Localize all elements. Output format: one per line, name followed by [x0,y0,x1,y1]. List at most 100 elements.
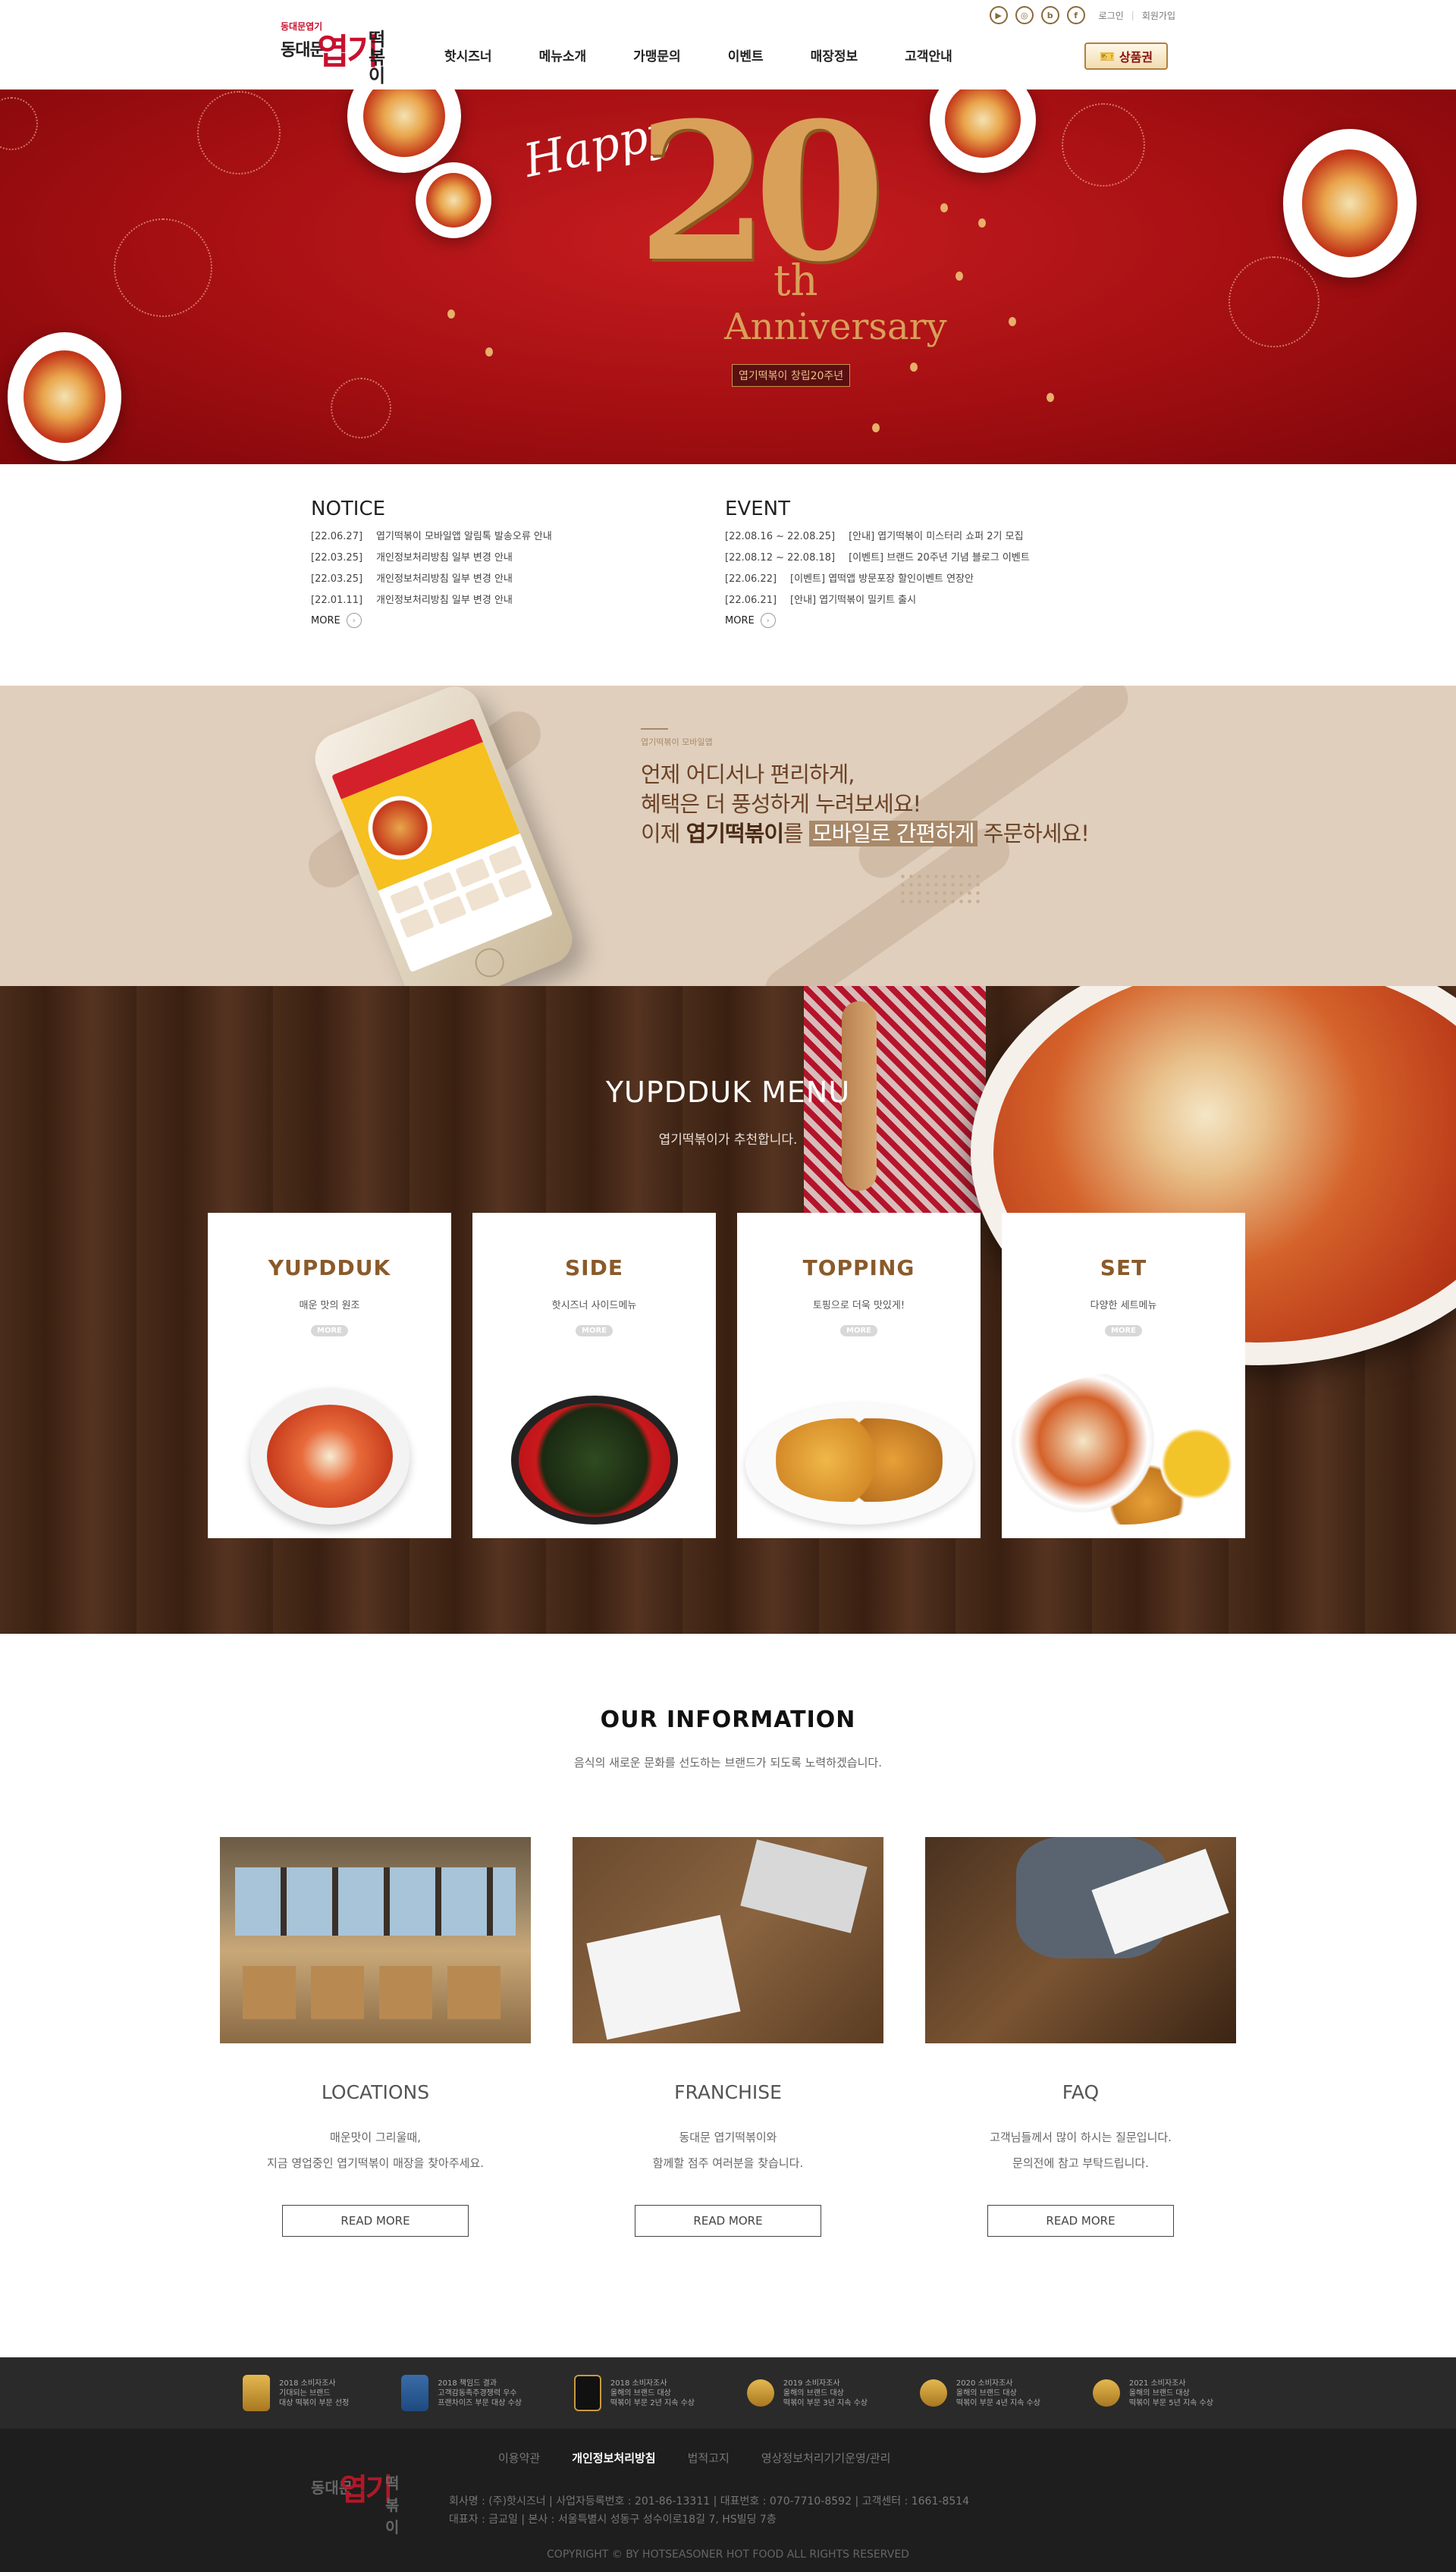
event-item[interactable]: [22.08.12 ~ 22.08.18] [이벤트] 브랜드 20주년 기념 블… [725,548,1139,569]
brand-logo[interactable]: 동대문엽기 동대문 엽기 떡볶이 [281,20,402,85]
info-col-title: LOCATIONS [321,2081,430,2103]
info-col-franchise: FRANCHISE 동대문 엽기떡볶이와 함께할 점주 여러분을 찾습니다. R… [573,1837,883,2237]
award-text: 2018 소비자조사 기대되는 브랜드 대상 떡볶이 부문 선정 [279,2379,349,2408]
read-more-button[interactable]: READ MORE [282,2205,469,2237]
event-more-link[interactable]: MORE › [725,613,1139,628]
footer-link-legal[interactable]: 법적고지 [688,2450,730,2466]
info-subtitle: 음식의 새로운 문화를 선도하는 브랜드가 되도록 노력하겠습니다. [574,1756,882,1770]
event-text: [안내] 엽기떡볶이 밀키트 출시 [790,595,917,606]
award-item: 2020 소비자조사 올해의 브랜드 대상 떡볶이 부문 4년 지속 수상 [919,2379,1040,2408]
award-emblem-icon [573,2375,601,2411]
menu-card-set[interactable]: SET 다양한 세트메뉴 MORE [1002,1213,1245,1538]
menu-card-more[interactable]: MORE [840,1325,877,1336]
gift-card-button[interactable]: 🎫 상품권 [1084,42,1168,70]
confetti-dot [956,272,963,281]
hero-banner[interactable]: Happy 20 th Anniversary 엽기떡볶이 창립20주년 [0,90,1456,464]
hero-badge: 엽기떡볶이 창립20주년 [732,364,851,387]
instagram-icon[interactable]: ◎ [1015,6,1034,24]
youtube-icon[interactable]: ▶ [989,6,1008,24]
read-more-button[interactable]: READ MORE [635,2205,821,2237]
join-link[interactable]: 회원가입 [1142,9,1175,22]
top-utility-bar: ▶ ◎ b f 로그인 | 회원가입 [989,6,1175,24]
menu-card-more[interactable]: MORE [311,1325,348,1336]
app-grid-cell [497,868,532,899]
menu-card-more[interactable]: MORE [1105,1325,1142,1336]
info-col-title: FAQ [1062,2081,1100,2103]
confetti-dot [978,218,986,228]
info-col-faq: FAQ 고객님들께서 많이 하시는 질문입니다. 문의전에 참고 부탁드립니다.… [925,1837,1236,2237]
confetti-dot [910,363,918,372]
award-emblem-icon [919,2379,947,2407]
nav-item-event[interactable]: 이벤트 [728,46,764,64]
footer-link-terms[interactable]: 이용약관 [498,2450,540,2466]
nav-item-franchise[interactable]: 가맹문의 [633,46,681,64]
blog-icon[interactable]: b [1040,6,1059,24]
facebook-icon[interactable]: f [1066,6,1085,24]
event-board: EVENT [22.08.16 ~ 22.08.25] [안내] 엽기떡볶이 미스… [725,498,1139,628]
notice-text: 개인정보처리방침 일부 변경 안내 [376,595,513,606]
notice-item[interactable]: [22.03.25] 개인정보처리방침 일부 변경 안내 [311,548,725,569]
award-line: 2018 책임드 결과 [438,2379,497,2388]
nav-item-store[interactable]: 매장정보 [811,46,858,64]
confetti-dot [1009,317,1016,326]
event-date: [22.06.21] [725,595,777,606]
menu-card-side[interactable]: SIDE 핫시즈너 사이드메뉴 MORE [472,1213,716,1538]
footer-info-line: 회사명 : (주)핫시즈너 | 사업자등록번호 : 201-86-13311 |… [449,2495,970,2508]
event-item[interactable]: [22.06.21] [안내] 엽기떡볶이 밀키트 출시 [725,590,1139,611]
site-header: 동대문엽기 동대문 엽기 떡볶이 ▶ ◎ b f 로그인 | 회원가입 핫시즈너… [0,0,1456,90]
notice-item[interactable]: [22.06.27] 엽기떡볶이 모바일앱 알림톡 발송오류 안내 [311,526,725,548]
award-line: 고객감동족주경쟁력 우수 [438,2388,517,2398]
info-col-text: 고객님들께서 많이 하시는 질문입니다. 문의전에 참고 부탁드립니다. [925,2124,1236,2176]
award-text: 2021 소비자조사 올해의 브랜드 대상 떡볶이 부문 5년 지속 수상 [1129,2379,1213,2408]
mobile-app-banner[interactable]: 엽기떡볶이 모바일앱 언제 어디서나 편리하게, 혜택은 더 풍성하게 누려보세… [0,686,1456,986]
nav-item-menu[interactable]: 메뉴소개 [539,46,587,64]
read-more-button[interactable]: READ MORE [987,2205,1174,2237]
menu-cards: YUPDDUK 매운 맛의 원조 MORE SIDE 핫시즈너 사이드메뉴 MO… [208,1213,1245,1538]
gift-card-icon: 🎫 [1099,49,1115,64]
info-col-text: 동대문 엽기떡볶이와 함께할 점주 여러분을 찾습니다. [573,2124,883,2176]
info-col-text: 매운맛이 그리울때, 지금 영업중인 엽기떡볶이 매장을 찾아주세요. [220,2124,531,2176]
info-title: OUR INFORMATION [600,1707,856,1733]
info-col-line: 매운맛이 그리울때, [330,2131,421,2144]
notice-more-link[interactable]: MORE › [311,613,725,628]
menu-card-more[interactable]: MORE [576,1325,613,1336]
award-line: 기대되는 브랜드 [279,2388,331,2398]
app-text-part: 주문하세요! [977,821,1090,846]
nav-item-customer[interactable]: 고객안내 [905,46,952,64]
handshake-image[interactable] [573,1837,883,2043]
award-line: 2018 소비자조사 [279,2379,336,2388]
notice-item[interactable]: [22.03.25] 개인정보처리방침 일부 변경 안내 [311,569,725,590]
award-line: 떡볶이 부문 2년 지속 수상 [610,2398,695,2407]
award-line: 떡볶이 부문 4년 지속 수상 [956,2398,1040,2407]
notice-date: [22.01.11] [311,595,363,606]
app-text-part: 이제 [641,821,686,846]
hero-anniversary-text: Anniversary [724,306,947,348]
footer-copyright: COPYRIGHT © BY HOTSEASONER HOT FOOD ALL … [547,2548,909,2561]
board-section: NOTICE [22.06.27] 엽기떡볶이 모바일앱 알림톡 발송오류 안내 … [0,464,1456,686]
logo-right-text: 떡볶이 [369,29,386,86]
info-col-locations: LOCATIONS 매운맛이 그리울때, 지금 영업중인 엽기떡볶이 매장을 찾… [220,1837,531,2237]
menu-card-yupdduk[interactable]: YUPDDUK 매운 맛의 원조 MORE [208,1213,451,1538]
nav-item-hotseasoner[interactable]: 핫시즈너 [444,46,492,64]
event-title: EVENT [725,498,790,520]
notice-date: [22.03.25] [311,552,363,564]
consultation-image[interactable] [925,1837,1236,2043]
menu-card-desc: 핫시즈너 사이드메뉴 [551,1300,637,1311]
app-eyebrow: 엽기떡볶이 모바일앱 [641,737,713,747]
award-text: 2018 책임드 결과 고객감동족주경쟁력 우수 프랜차이즈 부문 대상 수상 [438,2379,522,2408]
logo-small-text: 동대문엽기 [281,21,323,32]
event-item[interactable]: [22.08.16 ~ 22.08.25] [안내] 엽기떡볶이 미스터리 쇼퍼 … [725,526,1139,548]
notice-item[interactable]: [22.01.11] 개인정보처리방침 일부 변경 안내 [311,590,725,611]
award-line: 올해의 브랜드 대상 [783,2388,844,2398]
event-item[interactable]: [22.06.22] [이벤트] 엽떡앱 방문포장 할인이벤트 연장안 [725,569,1139,590]
award-item: 2019 소비자조사 올해의 브랜드 대상 떡볶이 부문 3년 지속 수상 [746,2379,868,2408]
firework-decoration [197,91,281,174]
menu-card-topping[interactable]: TOPPING 토핑으로 더욱 맛있게! MORE [737,1213,981,1538]
footer-info-line: 대표자 : 금교일 | 본사 : 서울특별시 성동구 성수이로18길 7, HS… [449,2514,777,2526]
hero-th-text: th [774,256,818,306]
gift-card-label: 상품권 [1119,50,1153,64]
restaurant-interior-image[interactable] [220,1837,531,2043]
footer-link-cctv[interactable]: 영상정보처리기기운영/관리 [761,2450,891,2466]
footer-link-privacy[interactable]: 개인정보처리방침 [572,2450,655,2466]
login-link[interactable]: 로그인 [1099,9,1124,22]
